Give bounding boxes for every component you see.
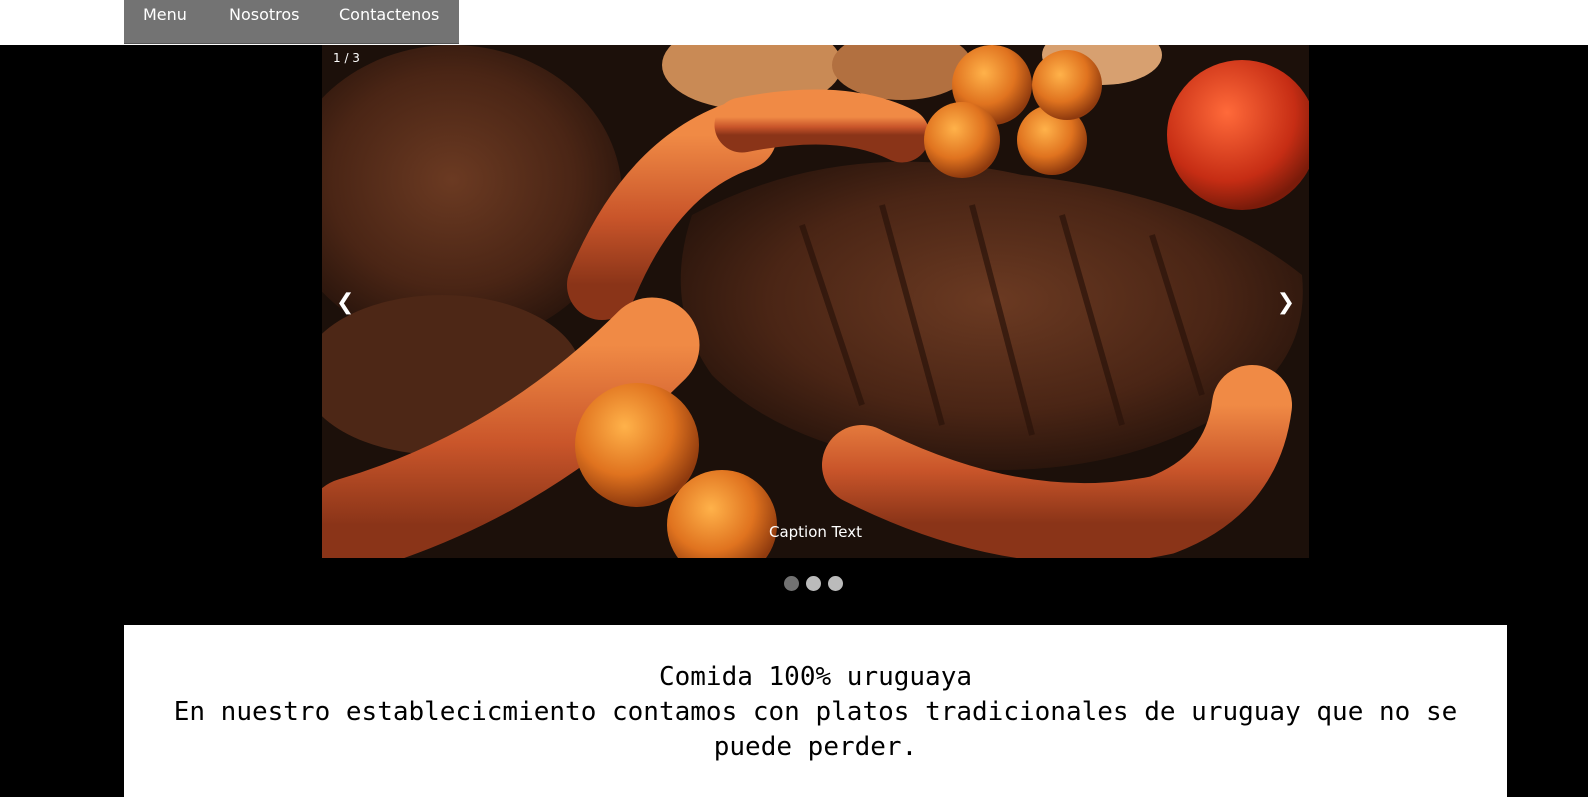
top-bar: Menu Nosotros Contactenos: [0, 0, 1588, 45]
intro-description: En nuestro establecicmiento contamos con…: [173, 697, 1458, 762]
slide-dot-1[interactable]: [784, 576, 799, 591]
slide: 1 / 3 Caption Text ❮ ❯: [322, 45, 1309, 558]
prev-slide-button[interactable]: ❮: [336, 290, 354, 315]
slide-image: [322, 45, 1309, 558]
main-nav: Menu Nosotros Contactenos: [124, 0, 459, 44]
slide-dot-2[interactable]: [806, 576, 821, 591]
slide-caption: Caption Text: [768, 523, 863, 541]
slide-dot-3[interactable]: [828, 576, 843, 591]
slide-counter: 1 / 3: [333, 51, 360, 65]
nav-link-contactenos[interactable]: Contactenos: [339, 5, 439, 24]
next-slide-button[interactable]: ❯: [1277, 290, 1295, 315]
nav-link-menu[interactable]: Menu: [143, 5, 187, 24]
intro-title: Comida 100% uruguaya: [658, 662, 973, 692]
intro-section: Comida 100% uruguaya En nuestro establec…: [124, 625, 1507, 797]
hero-section: 1 / 3 Caption Text ❮ ❯: [0, 45, 1588, 625]
nav-link-nosotros[interactable]: Nosotros: [229, 5, 300, 24]
slide-dots: [784, 576, 843, 591]
